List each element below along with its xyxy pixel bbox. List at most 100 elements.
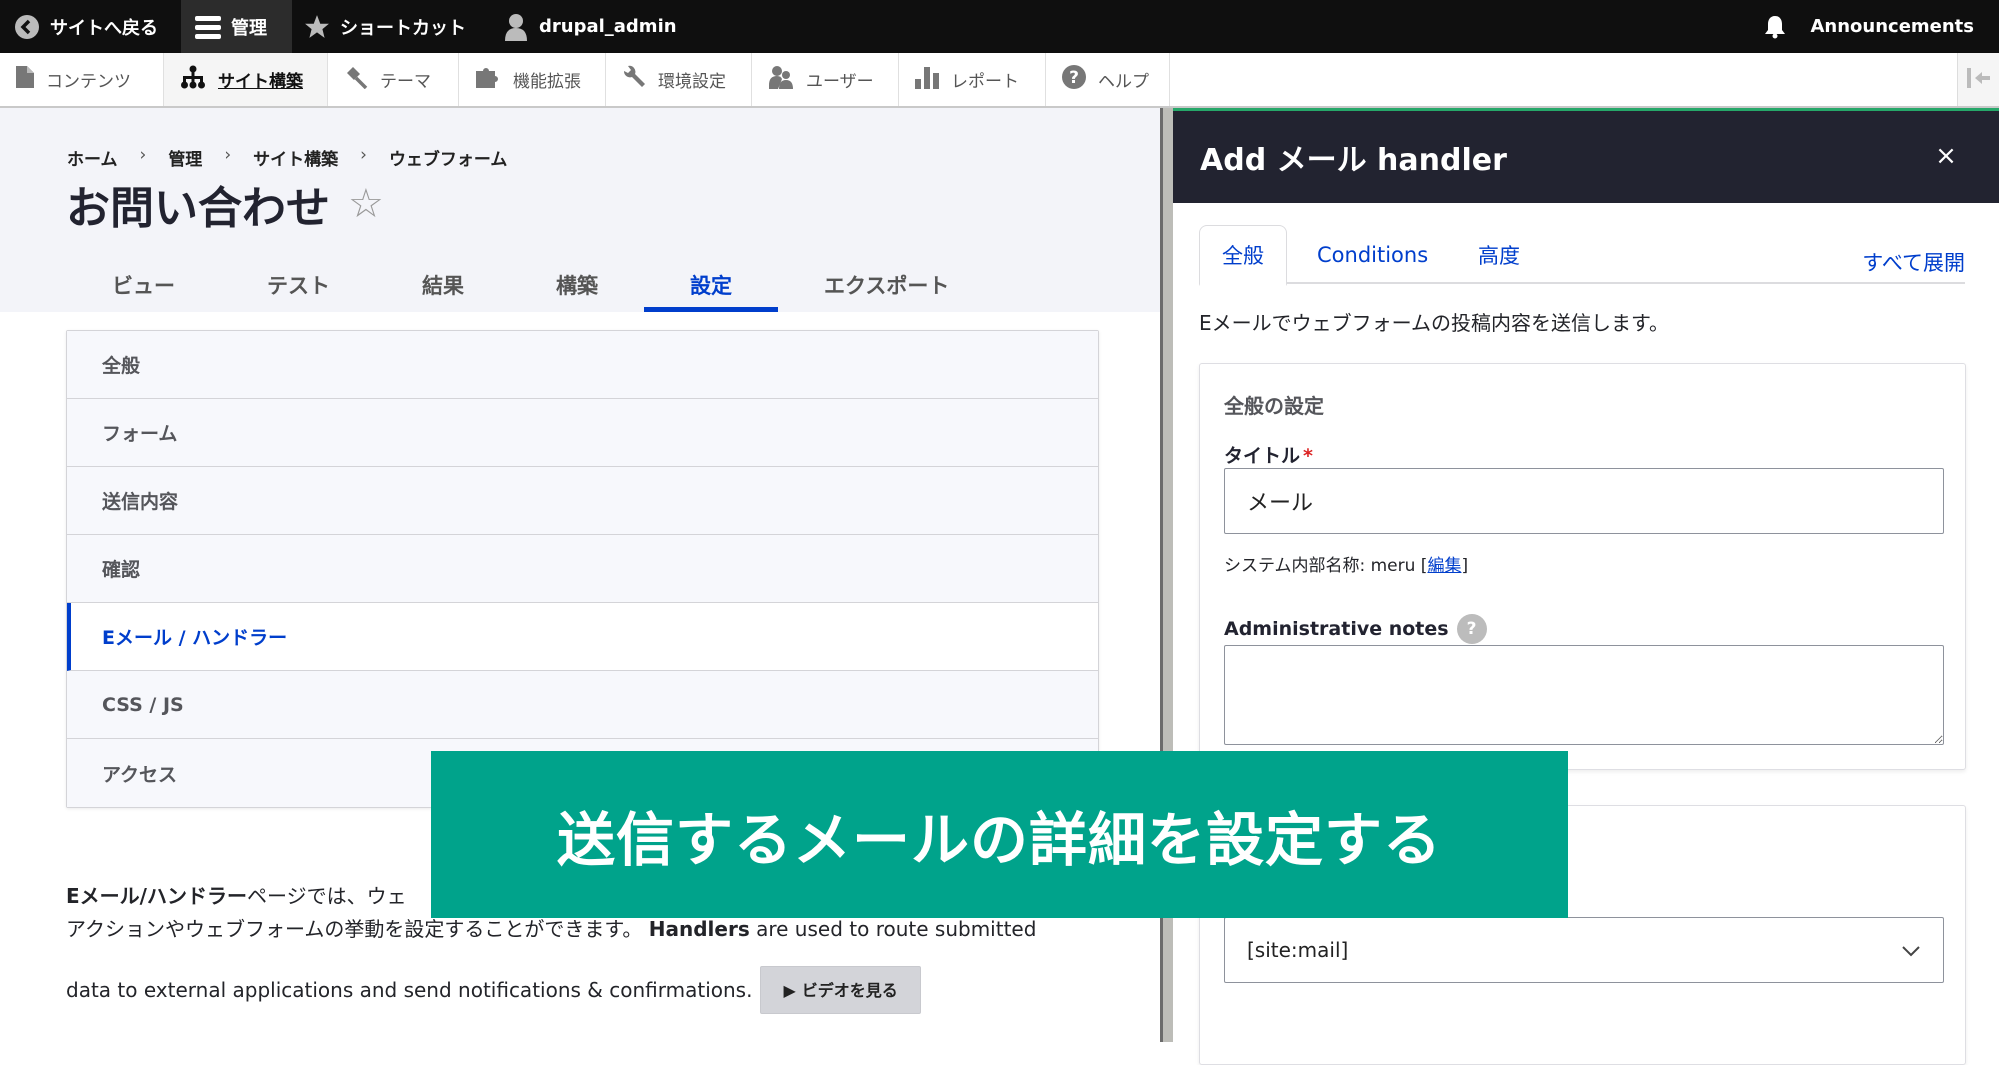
page-title: お問い合わせ ☆ xyxy=(66,172,384,236)
tab-build[interactable]: 構築 xyxy=(510,258,644,312)
tray-item-people[interactable]: ユーザー xyxy=(752,53,899,106)
admin-notes-label: Administrative notes ? xyxy=(1224,614,1487,644)
star-icon xyxy=(304,14,330,40)
watch-video-button[interactable]: ▶ ビデオを見る xyxy=(760,966,921,1014)
vtab-submissions[interactable]: 送信内容 xyxy=(67,467,1098,535)
user-icon xyxy=(503,13,529,41)
vtab-general[interactable]: 全般 xyxy=(67,331,1098,399)
announcements-button[interactable]: Announcements xyxy=(1764,0,1974,53)
primary-tabs: ビュー テスト 結果 構築 設定 エクスポート xyxy=(66,258,995,312)
tray-item-content[interactable]: コンテンツ xyxy=(0,53,164,106)
breadcrumb-link-structure[interactable]: サイト構築 xyxy=(253,145,338,170)
sitemap-icon xyxy=(180,65,206,94)
to-email-selected-value: [site:mail] xyxy=(1247,938,1349,962)
caption-banner-text: 送信するメールの詳細を設定する xyxy=(556,805,1442,874)
play-icon: ▶ xyxy=(783,980,796,1000)
machine-name: システム内部名称: meru [編集] xyxy=(1224,551,1468,576)
manage-menu-button[interactable]: 管理 xyxy=(181,0,292,53)
breadcrumb-separator: › xyxy=(139,145,147,165)
dialog-tab-advanced[interactable]: 高度 xyxy=(1478,225,1520,284)
tray-item-appearance[interactable]: テーマ xyxy=(328,53,459,106)
help-icon: ? xyxy=(1062,65,1086,94)
help-tooltip-icon[interactable]: ? xyxy=(1456,614,1487,644)
machine-name-edit-link[interactable]: 編集 xyxy=(1427,556,1461,576)
announcements-label: Announcements xyxy=(1810,16,1974,37)
dialog-description: Eメールでウェブフォームの投稿内容を送信します。 xyxy=(1199,311,1670,335)
general-settings-fieldset: 全般の設定 タイトル* システム内部名称: meru [編集] Administ… xyxy=(1199,363,1966,770)
tray-item-label: ヘルプ xyxy=(1098,72,1149,92)
dialog-tabs: 全般 Conditions 高度 すべて展開 xyxy=(1199,225,1965,286)
description-bold-intro: Eメール/ハンドラー xyxy=(66,884,247,908)
username-label: drupal_admin xyxy=(539,16,677,37)
tab-test[interactable]: テスト xyxy=(221,258,376,312)
settings-vertical-tabs: 全般 フォーム 送信内容 確認 Eメール / ハンドラー CSS / JS アク… xyxy=(66,330,1099,808)
dialog-tab-conditions[interactable]: Conditions xyxy=(1317,225,1428,284)
admin-notes-label-text: Administrative notes xyxy=(1224,618,1449,640)
manage-label: 管理 xyxy=(231,17,267,39)
wrench-icon xyxy=(622,65,646,94)
description-line-1-text: ページでは、ウェ xyxy=(246,884,407,908)
expand-all-link[interactable]: すべて展開 xyxy=(1862,247,1965,277)
admin-toolbar: サイトへ戻る 管理 ショートカット drupal_admin Announcem… xyxy=(0,0,1999,53)
user-menu-button[interactable]: drupal_admin xyxy=(503,0,677,53)
back-to-site-link[interactable]: サイトへ戻る xyxy=(14,0,158,53)
people-icon xyxy=(768,65,794,94)
star-shortcut-icon[interactable]: ☆ xyxy=(348,181,384,227)
tab-view[interactable]: ビュー xyxy=(66,258,221,312)
dialog-header: Add メール handler × xyxy=(1173,111,1999,203)
title-field-label: タイトル * xyxy=(1224,441,1313,468)
title-input[interactable] xyxy=(1224,468,1944,534)
dialog-tab-general[interactable]: 全般 xyxy=(1199,225,1287,286)
chevron-down-icon xyxy=(1901,938,1921,962)
paintbrush-icon xyxy=(344,65,368,94)
to-email-select[interactable]: [site:mail] xyxy=(1224,917,1944,983)
admin-tray: コンテンツ サイト構築 テーマ 機能拡張 環境設定 ユーザー レポート ? ヘル… xyxy=(0,53,1999,108)
breadcrumb-link-webforms[interactable]: ウェブフォーム xyxy=(389,145,508,170)
tray-item-configuration[interactable]: 環境設定 xyxy=(606,53,752,106)
fieldset-legend[interactable]: 全般の設定 xyxy=(1224,390,1324,419)
bell-icon xyxy=(1764,15,1786,39)
tray-item-label: テーマ xyxy=(380,72,431,92)
caption-banner: 送信するメールの詳細を設定する xyxy=(431,751,1568,918)
dialog-title: Add メール handler xyxy=(1200,143,1507,178)
tray-item-label: 機能拡張 xyxy=(513,72,581,92)
description-handlers-bold: Handlers xyxy=(648,917,750,941)
breadcrumb-link-home[interactable]: ホーム xyxy=(67,145,118,170)
breadcrumb-separator: › xyxy=(360,145,367,165)
tray-item-label: 環境設定 xyxy=(658,72,726,92)
tray-item-label: ユーザー xyxy=(806,72,874,92)
tray-item-label: サイト構築 xyxy=(218,72,303,92)
tab-settings[interactable]: 設定 xyxy=(644,258,778,312)
vtab-form[interactable]: フォーム xyxy=(67,399,1098,467)
bar-chart-icon xyxy=(915,65,939,94)
puzzle-icon xyxy=(475,65,501,94)
close-icon[interactable]: × xyxy=(1931,141,1961,171)
svg-text:?: ? xyxy=(1069,68,1079,88)
breadcrumb-separator: › xyxy=(224,145,232,165)
tab-export[interactable]: エクスポート xyxy=(778,258,995,312)
tray-item-label: コンテンツ xyxy=(46,72,131,92)
breadcrumb-link-admin[interactable]: 管理 xyxy=(168,145,202,170)
description-line-3-text: data to external applications and send n… xyxy=(66,977,753,1002)
tray-item-extend[interactable]: 機能拡張 xyxy=(459,53,606,106)
machine-name-suffix: ] xyxy=(1461,556,1469,576)
vtab-css-js[interactable]: CSS / JS xyxy=(67,671,1098,739)
description-line-3: data to external applications and send n… xyxy=(66,966,1126,1014)
tray-item-structure[interactable]: サイト構築 xyxy=(164,53,328,106)
admin-notes-textarea[interactable] xyxy=(1224,645,1944,745)
vtab-confirmation[interactable]: 確認 xyxy=(67,535,1098,603)
tray-item-help[interactable]: ? ヘルプ xyxy=(1046,53,1170,106)
file-icon xyxy=(16,66,34,93)
back-to-site-label: サイトへ戻る xyxy=(50,17,158,39)
breadcrumb: ホーム › 管理 › サイト構築 › ウェブフォーム xyxy=(67,145,507,170)
shortcuts-button[interactable]: ショートカット xyxy=(304,0,466,53)
collapse-tray-button[interactable] xyxy=(1957,53,1999,106)
vtab-emails-handlers[interactable]: Eメール / ハンドラー xyxy=(67,603,1098,671)
machine-name-prefix: システム内部名称: meru [ xyxy=(1224,556,1428,576)
description-line-2-en: are used to route submitted xyxy=(749,917,1037,941)
required-marker: * xyxy=(1303,445,1313,467)
tab-results[interactable]: 結果 xyxy=(376,258,510,312)
tray-item-reports[interactable]: レポート xyxy=(899,53,1046,106)
page-title-text: お問い合わせ xyxy=(66,183,330,234)
title-label-text: タイトル xyxy=(1224,445,1301,467)
